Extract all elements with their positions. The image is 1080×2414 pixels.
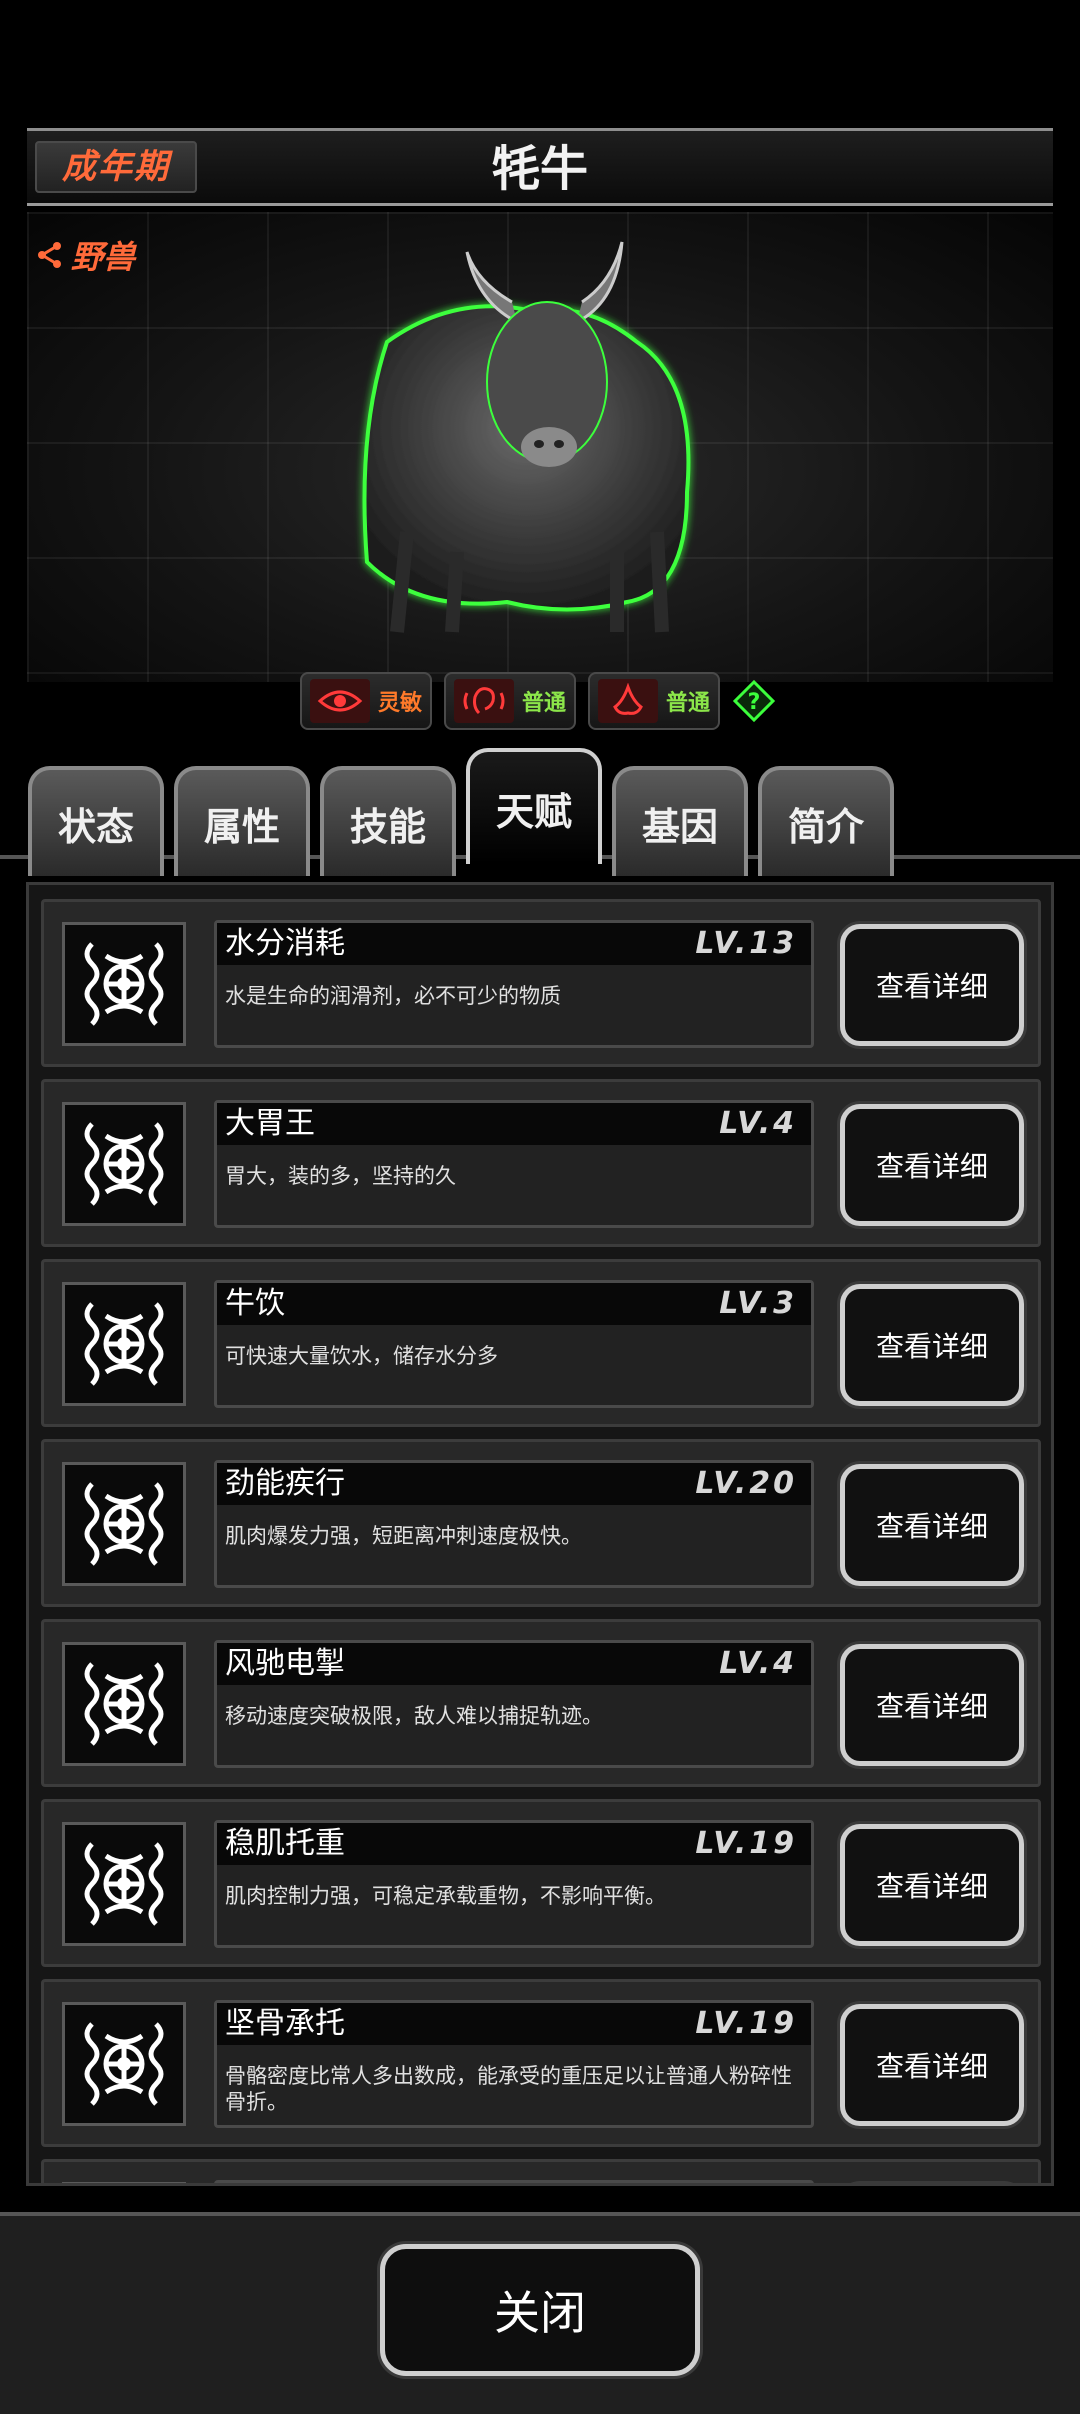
talent-icon (62, 922, 186, 1046)
talent-icon (62, 1822, 186, 1946)
title-bar: 成年期 牦牛 (27, 128, 1053, 206)
talent-description: 移动速度突破极限，敌人难以捕捉轨迹。 (225, 1704, 603, 1728)
tab-bar: 状态 属性 技能 天赋 基因 简介 (28, 748, 894, 876)
talent-level: LV.4 (719, 1106, 797, 1141)
talent-icon (62, 1102, 186, 1226)
talent-header: 劲能疾行 LV.20 (217, 1463, 811, 1505)
talent-description: 骨骼密度比常人多出数成，能承受的重压足以让普通人粉碎性骨折。 (225, 2064, 792, 2114)
talent-icon (62, 1282, 186, 1406)
talent-level: LV.13 (695, 926, 797, 961)
talent-icon (62, 2002, 186, 2126)
view-details-button[interactable]: 查看详细 (840, 1644, 1024, 1766)
footer: 关闭 (0, 2216, 1080, 2414)
talent-level: LV.19 (695, 1826, 797, 1861)
talent-header: 坚骨承托 LV.19 (217, 2003, 811, 2045)
talent-icon (62, 1462, 186, 1586)
sense-smell-label: 普通 (666, 691, 711, 716)
talent-description: 胃大，装的多，坚持的久 (225, 1164, 456, 1188)
talent-description: 可快速大量饮水，储存水分多 (225, 1344, 498, 1368)
talent-info: 劲能疾行 LV.20 肌肉爆发力强，短距离冲刺速度极快。 (214, 1460, 814, 1588)
sense-sight-label: 灵敏 (378, 691, 423, 716)
talent-header: 攻击DP LV.2 (217, 2183, 811, 2186)
ear-icon (454, 679, 515, 723)
view-details-button[interactable]: 查看详细 (840, 1284, 1024, 1406)
tab-skills[interactable]: 技能 (320, 766, 456, 876)
talent-description: 水是生命的润滑剂，必不可少的物质 (225, 984, 561, 1008)
talent-level: LV.19 (695, 2006, 797, 2041)
talent-icon (62, 2182, 186, 2183)
talent-name: 水分消耗 (225, 926, 345, 961)
view-details-button[interactable]: 查看详细 (840, 2004, 1024, 2126)
talent-header: 稳肌托重 LV.19 (217, 1823, 811, 1865)
talent-list[interactable]: 水分消耗 LV.13 水是生命的润滑剂，必不可少的物质 查看详细 大胃王 LV.4 胃大，装… (26, 882, 1054, 2186)
talent-info: 坚骨承托 LV.19 骨骼密度比常人多出数成，能承受的重压足以让普通人粉碎性骨折。 (214, 2000, 814, 2128)
sense-hearing-label: 普通 (522, 691, 567, 716)
talent-name: 大胃王 (225, 1106, 315, 1141)
help-icon[interactable]: ? (732, 679, 776, 723)
talent-description: 肌肉爆发力强，短距离冲刺速度极快。 (225, 1524, 582, 1548)
talent-info: 牛饮 LV.3 可快速大量饮水，储存水分多 (214, 1280, 814, 1408)
talent-info: 水分消耗 LV.13 水是生命的润滑剂，必不可少的物质 (214, 920, 814, 1048)
talent-row: 风驰电掣 LV.4 移动速度突破极限，敌人难以捕捉轨迹。 查看详细 (41, 1619, 1041, 1787)
tab-attributes[interactable]: 属性 (174, 766, 310, 876)
close-button[interactable]: 关闭 (380, 2244, 700, 2376)
talent-name: 牛饮 (225, 1286, 285, 1321)
view-details-button[interactable]: 查看详细 (840, 1104, 1024, 1226)
talent-header: 牛饮 LV.3 (217, 1283, 811, 1325)
sense-smell[interactable]: 普通 (588, 672, 721, 730)
talent-name: 稳肌托重 (225, 1826, 345, 1861)
category-link[interactable]: 野兽 (35, 232, 135, 278)
tab-talents[interactable]: 天赋 (466, 748, 602, 864)
talent-row: 攻击DP LV.2 查看详细 (41, 2159, 1041, 2186)
share-icon (38, 242, 61, 268)
talent-row: 劲能疾行 LV.20 肌肉爆发力强，短距离冲刺速度极快。 查看详细 (41, 1439, 1041, 1607)
talent-name: 坚骨承托 (225, 2006, 345, 2041)
talent-header: 大胃王 LV.4 (217, 1103, 811, 1145)
tab-intro[interactable]: 简介 (758, 766, 894, 876)
talent-level: LV.20 (695, 1466, 797, 1501)
tab-genes[interactable]: 基因 (612, 766, 748, 876)
talent-info: 攻击DP LV.2 (214, 2180, 814, 2186)
svg-text:?: ? (748, 690, 761, 715)
category-label: 野兽 (71, 238, 136, 276)
talent-header: 水分消耗 LV.13 (217, 923, 811, 965)
yak-illustration (362, 241, 691, 633)
creature-portrait: 野兽 (27, 212, 1053, 682)
talent-name: 风驰电掣 (225, 1646, 345, 1681)
talent-name: 劲能疾行 (225, 1466, 345, 1501)
view-details-button[interactable]: 查看详细 (840, 1824, 1024, 1946)
sense-sight[interactable]: 灵敏 (300, 672, 433, 730)
talent-icon (62, 1642, 186, 1766)
view-details-button[interactable]: 查看详细 (840, 2184, 1024, 2186)
talent-level: LV.2 (719, 2183, 797, 2186)
eye-icon (310, 679, 370, 723)
talent-row: 水分消耗 LV.13 水是生命的润滑剂，必不可少的物质 查看详细 (41, 899, 1041, 1067)
talent-row: 大胃王 LV.4 胃大，装的多，坚持的久 查看详细 (41, 1079, 1041, 1247)
sense-hearing[interactable]: 普通 (444, 672, 577, 730)
talent-info: 稳肌托重 LV.19 肌肉控制力强，可稳定承载重物，不影响平衡。 (214, 1820, 814, 1948)
talent-info: 大胃王 LV.4 胃大，装的多，坚持的久 (214, 1100, 814, 1228)
talent-description: 肌肉控制力强，可稳定承载重物，不影响平衡。 (225, 1884, 666, 1908)
talent-level: LV.3 (719, 1286, 797, 1321)
talent-header: 风驰电掣 LV.4 (217, 1643, 811, 1685)
talent-name: 攻击DP (225, 2183, 326, 2186)
talent-row: 坚骨承托 LV.19 骨骼密度比常人多出数成，能承受的重压足以让普通人粉碎性骨折。查… (41, 1979, 1041, 2147)
senses-bar: 灵敏 普通 普通 ? (300, 672, 776, 730)
tab-status[interactable]: 状态 (28, 766, 164, 876)
creature-name: 牦牛 (491, 141, 588, 197)
view-details-button[interactable]: 查看详细 (840, 1464, 1024, 1586)
talent-level: LV.4 (719, 1646, 797, 1681)
nose-icon (598, 679, 659, 723)
talent-info: 风驰电掣 LV.4 移动速度突破极限，敌人难以捕捉轨迹。 (214, 1640, 814, 1768)
talent-row: 稳肌托重 LV.19 肌肉控制力强，可稳定承载重物，不影响平衡。 查看详细 (41, 1799, 1041, 1967)
talent-row: 牛饮 LV.3 可快速大量饮水，储存水分多 查看详细 (41, 1259, 1041, 1427)
view-details-button[interactable]: 查看详细 (840, 924, 1024, 1046)
